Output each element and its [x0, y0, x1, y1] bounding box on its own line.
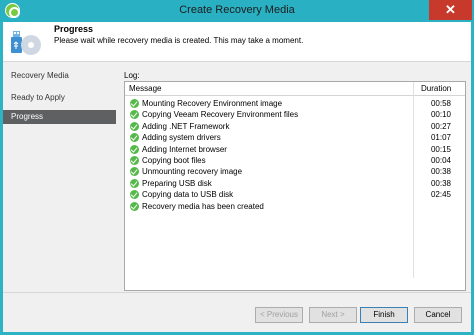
log-row-message: Adding system drivers: [142, 133, 221, 143]
wizard-steps-nav: Recovery Media Ready to Apply Progress: [3, 63, 116, 291]
window-title: Create Recovery Media: [179, 4, 295, 16]
column-header-message[interactable]: Message: [129, 84, 161, 93]
log-row-message: Preparing USB disk: [142, 178, 212, 188]
log-row-message: Adding Internet browser: [142, 144, 227, 154]
log-row[interactable]: Adding Internet browser 00:15: [125, 144, 465, 155]
page-subtitle: Please wait while recovery media is crea…: [54, 36, 304, 45]
log-row[interactable]: Unmounting recovery image 00:38: [125, 166, 465, 177]
log-row-message: Copying data to USB disk: [142, 190, 234, 200]
log-row[interactable]: Copying Veeam Recovery Environment files…: [125, 109, 465, 120]
page-title: Progress: [54, 24, 94, 34]
log-list[interactable]: Message Duration Mounting Recovery Envir…: [124, 81, 466, 291]
log-row-duration: 00:10: [430, 110, 451, 120]
column-header-duration[interactable]: Duration: [421, 84, 451, 93]
check-circle-icon: [130, 99, 139, 108]
log-row[interactable]: Copying data to USB disk 02:45: [125, 189, 465, 200]
log-row-duration: 00:58: [430, 99, 451, 108]
nav-item-ready-to-apply[interactable]: Ready to Apply: [3, 91, 116, 105]
log-row-duration: 01:07: [430, 133, 451, 143]
title-bar[interactable]: Create Recovery Media ✕: [0, 0, 474, 22]
check-circle-icon: [130, 156, 139, 165]
log-row-message: Copying Veeam Recovery Environment files: [142, 110, 299, 120]
previous-button[interactable]: < Previous: [255, 307, 303, 323]
check-circle-icon: [130, 167, 139, 177]
create-recovery-media-window: Create Recovery Media ✕ Progress Please …: [0, 0, 474, 335]
log-row[interactable]: Adding system drivers 01:07: [125, 132, 465, 143]
log-row[interactable]: Preparing USB disk 00:38: [125, 178, 465, 189]
log-row-duration: 00:38: [430, 178, 451, 188]
wizard-body: Progress Please wait while recovery medi…: [3, 22, 471, 332]
nav-item-progress[interactable]: Progress: [3, 110, 116, 124]
check-circle-icon: [130, 121, 139, 131]
next-button[interactable]: Next >: [309, 307, 357, 323]
wizard-header: Progress Please wait while recovery medi…: [3, 22, 471, 62]
log-row-message: Adding .NET Framework: [142, 121, 230, 131]
check-circle-icon: [130, 133, 139, 143]
log-row[interactable]: Recovery media has been created: [125, 201, 465, 212]
log-row-duration: 00:38: [430, 167, 451, 177]
log-row-duration: 00:27: [430, 121, 451, 131]
log-row-message: Recovery media has been created: [142, 201, 264, 211]
check-circle-icon: [130, 178, 139, 188]
check-circle-icon: [130, 144, 139, 154]
close-button[interactable]: ✕: [429, 0, 472, 20]
finish-button[interactable]: Finish: [360, 307, 408, 323]
log-row-message: Copying boot files: [142, 156, 206, 165]
log-row-duration: 00:15: [430, 144, 451, 154]
log-row-duration: 00:04: [430, 156, 451, 165]
check-circle-icon: [130, 201, 139, 211]
log-row[interactable]: Mounting Recovery Environment image 00:58: [125, 98, 465, 109]
log-row[interactable]: Copying boot files 00:04: [125, 155, 465, 166]
check-circle-icon: [130, 190, 139, 200]
usb-drive-icon: [11, 31, 41, 55]
check-circle-icon: [130, 110, 139, 120]
cancel-button[interactable]: Cancel: [414, 307, 462, 323]
log-row[interactable]: Adding .NET Framework 00:27: [125, 121, 465, 132]
wizard-footer: < Previous Next > Finish Cancel: [3, 292, 471, 332]
nav-item-recovery-media[interactable]: Recovery Media: [3, 69, 116, 83]
log-header: Message Duration: [125, 82, 465, 96]
log-label: Log:: [124, 71, 140, 80]
log-row-message: Unmounting recovery image: [142, 167, 243, 177]
log-row-message: Mounting Recovery Environment image: [142, 99, 283, 108]
log-row-duration: 02:45: [430, 190, 451, 200]
